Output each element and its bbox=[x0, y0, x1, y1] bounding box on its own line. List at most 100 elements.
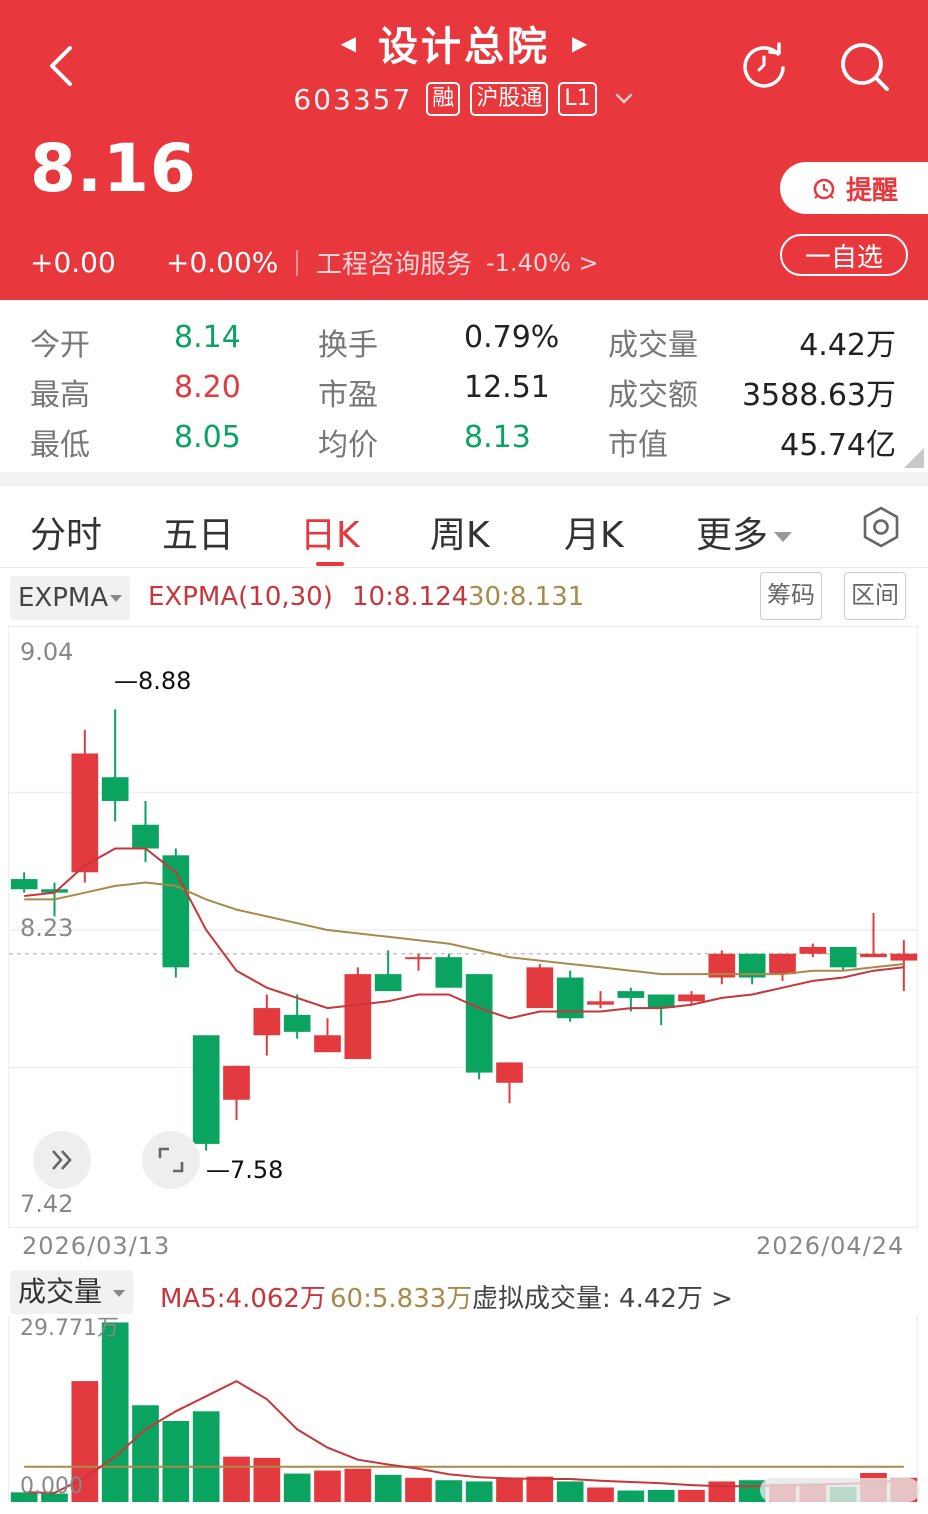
indicator-select-label: EXPMA bbox=[18, 583, 109, 613]
stat-value-amount: 3588.63万 bbox=[741, 378, 896, 413]
divider bbox=[296, 249, 298, 276]
volume-select-label: 成交量 bbox=[18, 1275, 103, 1308]
price-alert-button[interactable]: 提醒 bbox=[780, 162, 928, 214]
stat-label-open: 今开 bbox=[30, 328, 90, 363]
candle-body bbox=[192, 1035, 220, 1144]
stat-value-market-cap: 45.74亿 bbox=[780, 428, 896, 463]
quote-stats[interactable]: 今开 8.14 换手 0.79% 成交量 4.42万 最高 8.20 市盈 12… bbox=[0, 300, 928, 472]
stat-value-volume: 4.42万 bbox=[799, 328, 896, 363]
high-price-marker: —8.88 bbox=[114, 667, 192, 695]
candle-body bbox=[496, 1062, 523, 1083]
stock-name: 设计总院 bbox=[378, 24, 550, 70]
stat-label-market-cap: 市值 bbox=[608, 428, 668, 463]
date-end: 2026/04/24 bbox=[756, 1232, 905, 1260]
stock-code: 603357 bbox=[293, 82, 413, 116]
volume-ma60: 60:5.833万 bbox=[330, 1284, 473, 1314]
stat-label-amount: 成交额 bbox=[608, 378, 698, 413]
range-stats-button[interactable]: 区间 bbox=[844, 572, 906, 620]
indicator-bar: EXPMA EXPMA(10,30) 10:8.124 30:8.131 筹码 … bbox=[0, 568, 928, 626]
add-watchlist-button[interactable]: 一自选 bbox=[780, 234, 908, 276]
indicator-select[interactable]: EXPMA bbox=[10, 576, 131, 620]
candle-body bbox=[374, 974, 402, 992]
y-axis-max: 9.04 bbox=[20, 638, 74, 666]
candle-body bbox=[435, 957, 463, 988]
chart-period-tabs: 分时 五日 日K 周K 月K 更多 bbox=[0, 486, 928, 568]
volume-bar bbox=[647, 1489, 675, 1502]
industry-link[interactable]: 工程咨询服务 bbox=[316, 244, 472, 281]
tab-weekly-k[interactable]: 周K bbox=[430, 506, 490, 558]
stat-label-turnover: 换手 bbox=[318, 328, 378, 363]
prev-stock-icon[interactable]: ◀ bbox=[341, 31, 356, 55]
tab-more-label: 更多 bbox=[696, 515, 769, 556]
candle-body bbox=[799, 946, 827, 954]
candle-body bbox=[769, 953, 796, 975]
stat-value-open: 8.14 bbox=[174, 320, 241, 355]
volume-bar bbox=[496, 1477, 523, 1502]
change-row: +0.00 +0.00% 工程咨询服务 -1.40% > bbox=[30, 244, 599, 281]
candle-body bbox=[344, 974, 372, 1060]
y-axis-mid: 8.23 bbox=[20, 914, 74, 942]
candle-body bbox=[132, 824, 159, 849]
kline-chart[interactable] bbox=[8, 626, 919, 1229]
volume-bar bbox=[526, 1476, 554, 1502]
volume-bar bbox=[344, 1468, 372, 1502]
low-price-marker: —7.58 bbox=[206, 1156, 284, 1184]
tab-more[interactable]: 更多 bbox=[696, 506, 793, 558]
tab-five-day[interactable]: 五日 bbox=[162, 506, 234, 558]
double-chevron-right-icon bbox=[52, 1150, 72, 1170]
connect-tag: 沪股通 bbox=[470, 82, 549, 116]
candle-body bbox=[860, 953, 887, 958]
low-price-label: 7.58 bbox=[230, 1156, 284, 1184]
indicator-name: EXPMA(10,30) bbox=[148, 582, 333, 612]
chart-settings-icon[interactable] bbox=[860, 506, 902, 548]
industry-change[interactable]: -1.40% > bbox=[486, 249, 599, 277]
volume-bar bbox=[253, 1457, 281, 1502]
margin-tag: 融 bbox=[426, 82, 461, 116]
candle-body bbox=[314, 1035, 341, 1053]
search-icon[interactable] bbox=[838, 40, 892, 94]
expand-corner-icon[interactable] bbox=[904, 448, 924, 468]
y-axis-min: 7.42 bbox=[20, 1190, 74, 1218]
next-stock-icon[interactable]: ▶ bbox=[572, 31, 587, 55]
volume-bar bbox=[556, 1481, 584, 1502]
stat-value-turnover: 0.79% bbox=[464, 320, 560, 355]
chip-distribution-button[interactable]: 筹码 bbox=[760, 572, 822, 620]
candle-body bbox=[283, 1014, 311, 1032]
volume-bar bbox=[708, 1481, 736, 1502]
volume-select[interactable]: 成交量 bbox=[10, 1270, 133, 1314]
volume-plot[interactable] bbox=[9, 1316, 919, 1502]
candle-body bbox=[71, 753, 99, 873]
volume-chart[interactable] bbox=[8, 1316, 918, 1502]
virtual-volume-link[interactable]: 虚拟成交量: 4.42万 > bbox=[472, 1278, 733, 1315]
candle-body bbox=[587, 1001, 614, 1005]
tab-daily-k[interactable]: 日K bbox=[300, 506, 360, 558]
section-divider bbox=[0, 472, 928, 486]
refresh-icon[interactable] bbox=[738, 40, 790, 92]
stat-value-high: 8.20 bbox=[174, 370, 241, 405]
price-change-percent: +0.00% bbox=[166, 246, 279, 279]
candle-body bbox=[101, 777, 129, 801]
candle-body bbox=[617, 991, 645, 998]
price-alert-label: 提醒 bbox=[845, 175, 898, 206]
candle-body bbox=[526, 967, 554, 1009]
ema10-line bbox=[24, 847, 904, 1020]
indicator-ema10: 10:8.124 bbox=[352, 582, 469, 612]
level-tag[interactable]: L1 bbox=[558, 82, 597, 116]
chevron-down-icon[interactable] bbox=[613, 88, 635, 110]
stock-header: ◀ 设计总院 ▶ 603357 融 沪股通 L1 8.16 提醒 一自选 +0.… bbox=[0, 0, 928, 300]
date-start: 2026/03/13 bbox=[22, 1232, 171, 1260]
tab-intraday[interactable]: 分时 bbox=[30, 506, 102, 558]
kline-plot[interactable] bbox=[9, 627, 919, 1229]
volume-bar bbox=[405, 1477, 432, 1502]
tab-monthly-k[interactable]: 月K bbox=[564, 506, 624, 558]
watermark bbox=[760, 1478, 920, 1502]
volume-bar bbox=[283, 1473, 311, 1502]
active-tab-indicator bbox=[316, 562, 344, 566]
fast-forward-button[interactable] bbox=[33, 1131, 91, 1189]
fullscreen-button[interactable] bbox=[142, 1131, 200, 1189]
stat-label-pe: 市盈 bbox=[318, 378, 378, 413]
alarm-icon bbox=[813, 178, 835, 200]
volume-bar bbox=[465, 1481, 493, 1502]
caret-down-icon bbox=[774, 532, 793, 542]
candle-body bbox=[465, 974, 493, 1073]
